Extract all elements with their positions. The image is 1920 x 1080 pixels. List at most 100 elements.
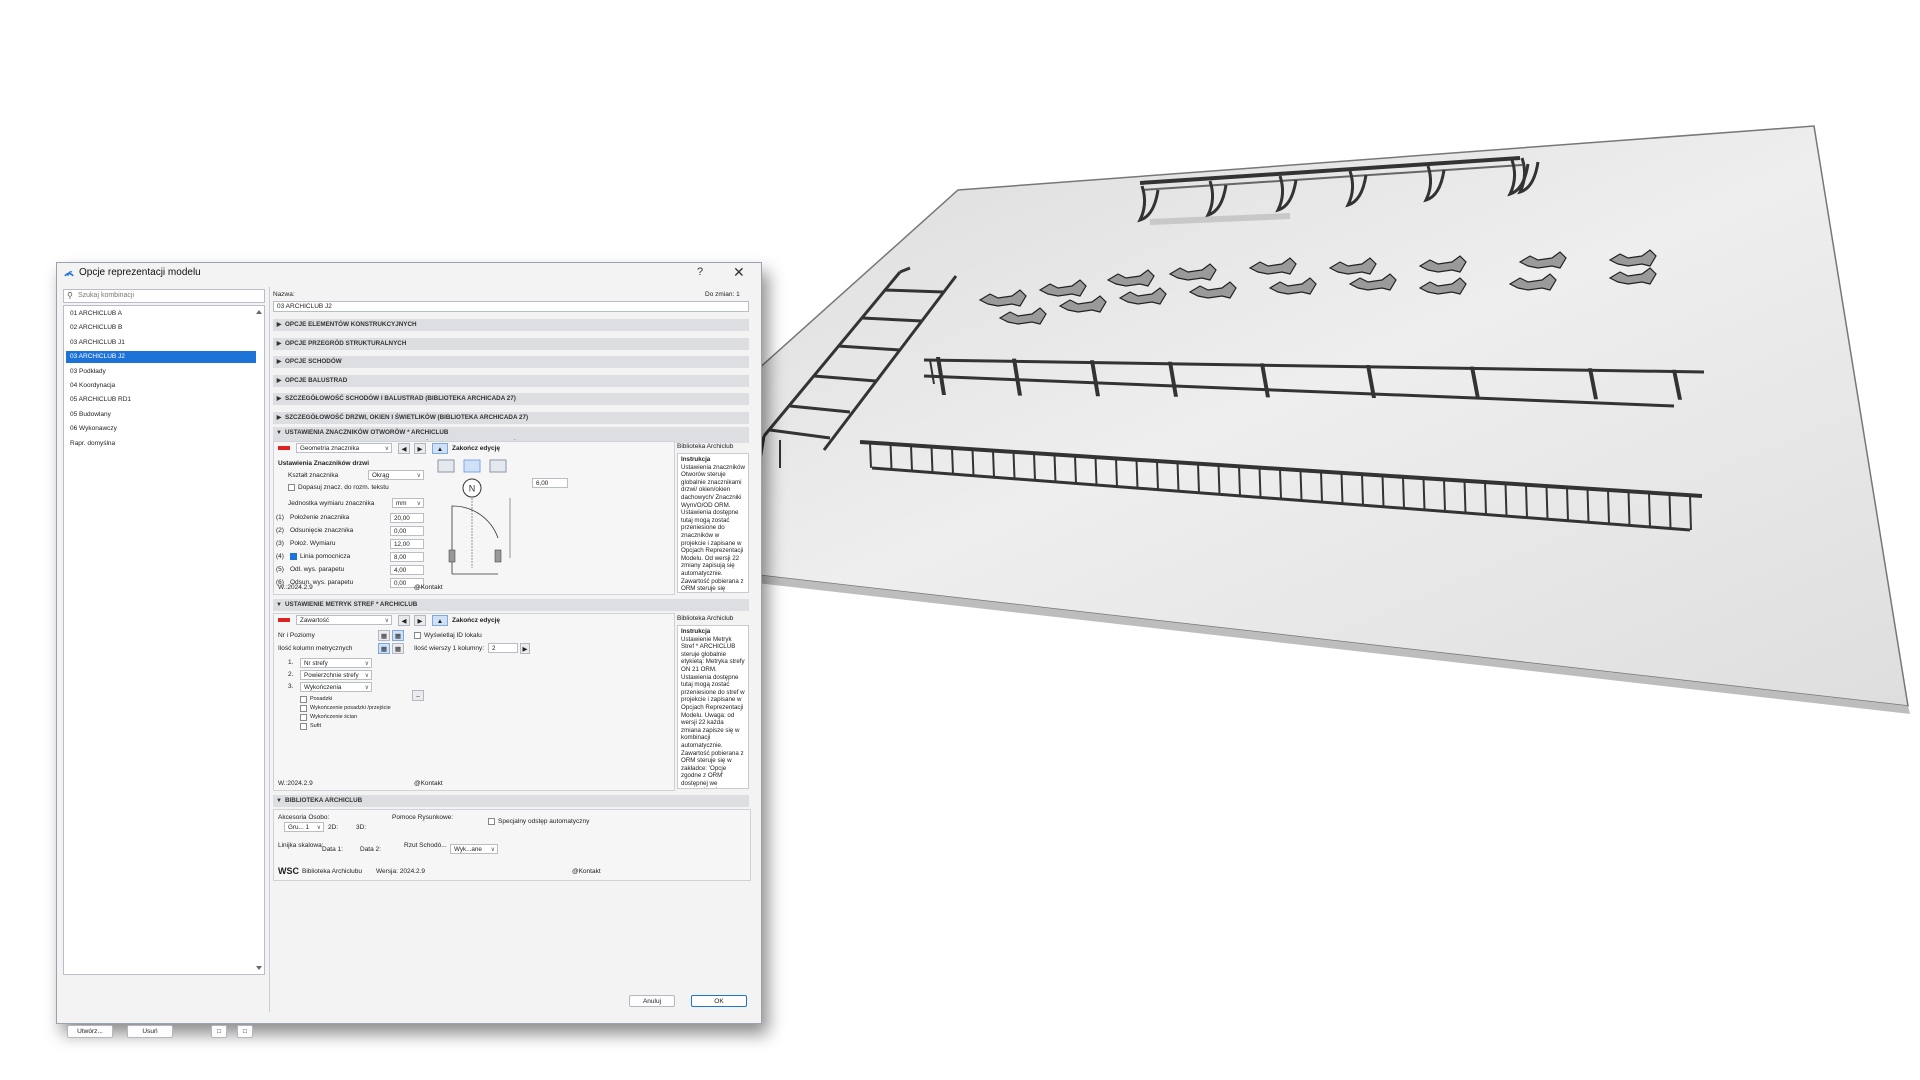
footer-contact[interactable]: @Kontakt [572,868,601,875]
import-icon[interactable]: □ [211,1025,227,1038]
section-zone-metrics[interactable]: ▼ USTAWIENIE METRYK STREF * ARCHICLUB [273,599,749,611]
zone-finish-edit[interactable]: Zakończ edycję [452,617,500,624]
footer-version: Wersja: 2024.2.9 [376,868,426,875]
combination-item[interactable]: 03 ARCHICLUB J1 [66,337,256,349]
row-value-field[interactable]: 4,00 [390,565,424,575]
shape-select[interactable]: Okrąg [368,470,424,481]
accessories-label: Akcesoria Osobo: [278,814,330,821]
opening-contact-link[interactable]: @Kontakt [414,584,443,591]
lock-toggle-icon[interactable]: ▲ [432,443,448,454]
zone-lines-field[interactable]: 2 [488,643,518,653]
close-button[interactable]: ✕ [733,264,745,281]
unit-select[interactable]: mm [392,498,424,509]
adjust-checkbox[interactable] [288,484,295,491]
zone-contact-link[interactable]: @Kontakt [414,780,443,787]
section-header[interactable]: ▶ SZCZEGÓŁOWOŚĆ DRZWI, OKIEN I ŚWIETLIKÓW… [273,412,749,424]
special-spacing-checkbox[interactable] [488,818,495,825]
zone-instructions-text: Ustawienie Metryk Stref * ARCHICLUB ster… [681,635,745,788]
section-archiclub-library[interactable]: ▼ BIBLIOTEKA ARCHICLUB [273,795,749,807]
combination-item[interactable]: 03 Podkłady [66,366,256,378]
accessories-select[interactable]: Gru... 1 [284,822,324,833]
section-header-label: OPCJE ELEMENTÓW KONSTRUKCYJNYCH [285,321,417,328]
finish-checkbox[interactable] [300,723,307,730]
zone-cols-b-icon[interactable]: ▦ [392,643,404,654]
railing-picket [910,445,913,471]
row-value-field[interactable]: 8,00 [390,552,424,562]
delete-button[interactable]: Usuń [127,1025,173,1038]
zone-page-select[interactable]: Zawartość [296,615,392,626]
search-input[interactable]: ⚲ Szukaj kombinacji [63,289,265,303]
stair-plan-select[interactable]: Wyk...ane [450,844,498,855]
row-value-field[interactable]: 0,00 [390,526,424,536]
railing-picket [1545,485,1549,520]
combination-item[interactable]: 02 ARCHICLUB B [66,322,256,334]
zone-prev-button[interactable]: ◀ [398,615,410,626]
zone-layout-b-icon[interactable]: ▦ [392,630,404,641]
list-scrollbar[interactable] [255,308,263,972]
railing-picket [1197,463,1200,493]
section-opening-markers[interactable]: ▼ USTAWIENIA ZNACZNIKÓW OTWORÓW * ARCHICL… [273,427,749,439]
section-header[interactable]: ▶ SZCZEGÓŁOWOŚĆ SCHODÓW I BALUSTRAD (BIBL… [273,393,749,406]
show-id-checkbox[interactable] [414,632,421,639]
opening-page-select[interactable]: Geometria znacznika [296,443,392,454]
pane-splitter[interactable] [269,287,270,1012]
zone-layout-a-icon[interactable]: ▦ [378,630,390,641]
row-label: Położ. Wymiaru [290,540,336,547]
cancel-button[interactable]: Anuluj [629,995,675,1007]
combination-item[interactable]: 05 ARCHICLUB RD1 [66,394,256,406]
railing-picket [1217,464,1221,495]
railing-picket [1012,451,1016,479]
combination-item[interactable]: Rapr. domyślna [66,438,256,450]
zone-library-label: Biblioteka Archiclub [677,615,734,622]
zone-cols-a-icon[interactable]: ▦ [378,643,390,654]
railing-picket [1627,491,1631,526]
row-value-field[interactable]: 20,00 [390,513,424,523]
section-header-label: SZCZEGÓŁOWOŚĆ SCHODÓW I BALUSTRAD (BIBLI… [285,395,516,403]
row-value-field[interactable]: 12,00 [390,539,424,549]
ok-button[interactable]: OK [691,995,747,1007]
section-header[interactable]: ▶ OPCJE PRZEGRÓD STRUKTURALNYCH [273,337,749,350]
name-field[interactable]: 03 ARCHICLUB J2 [273,301,749,312]
railing-picket [1607,489,1610,524]
next-page-button[interactable]: ▶ [414,443,426,454]
helper-line-checkbox[interactable] [290,553,297,560]
section-header[interactable]: ▶ OPCJE SCHODÓW [273,356,749,369]
section-header-label: OPCJE PRZEGRÓD STRUKTURALNYCH [285,339,407,347]
zone-lock-icon[interactable]: ▲ [432,615,448,626]
metric-select[interactable]: Wykończenia [300,682,372,693]
finish-checkbox[interactable] [300,714,307,721]
finish-checkbox[interactable] [300,696,307,703]
finish-checkbox[interactable] [300,705,307,712]
section-header[interactable]: ▶ OPCJE ELEMENTÓW KONSTRUKCYJNYCH [273,319,749,331]
expand-chevron-icon: ▶ [276,396,282,403]
zone-lines-arrow[interactable]: ▶ [520,643,530,654]
metric-select[interactable]: Powierzchnie strefy [300,670,372,681]
aids-label: Pomoce Rysunkowe: [392,814,454,821]
railing-picket [889,443,893,470]
export-icon[interactable]: □ [237,1025,253,1038]
combination-item[interactable]: 06 Wykonawczy [66,423,256,435]
combination-item[interactable]: 04 Koordynacja [66,380,256,392]
zone-edit-icon[interactable]: – [412,690,424,701]
title-bar: Opcje reprezentacji modelu ? ✕ [57,263,761,283]
opening-version: W.:2024.2.9 [278,584,313,591]
combinations-list[interactable]: 01 ARCHICLUB A 02 ARCHICLUB B 03 ARCHICLUB… [63,305,265,975]
create-button[interactable]: Utwórz... [67,1025,113,1038]
combination-item[interactable]: 01 ARCHICLUB A [66,308,256,320]
metric-select[interactable]: Nr strefy [300,658,372,669]
section-header[interactable]: ▶ OPCJE BALUSTRAD [273,374,749,387]
help-button[interactable]: ? [697,266,703,278]
zone-next-button[interactable]: ▶ [414,615,426,626]
combinations-pane: ⚲ Szukaj kombinacji 01 ARCHICLUB A 02 ARC… [63,289,265,1038]
railing-picket [1299,470,1303,501]
date1-label: Data 1: [322,846,343,853]
expand-chevron-icon: ▶ [276,340,282,347]
zone-cols-label: Ilość kolumn metrycznych [278,645,353,652]
preview-value-field[interactable]: 6,00 [532,478,568,488]
combination-item[interactable]: 03 ARCHICLUB J2 [66,351,256,364]
railing-picket [1258,467,1262,498]
special-spacing-label: Specjalny odstęp automatyczny [498,818,590,825]
prev-page-button[interactable]: ◀ [398,443,410,454]
combination-item[interactable]: 05 Budowlany [66,409,256,421]
finish-edit-label[interactable]: Zakończ edycję [452,445,500,452]
